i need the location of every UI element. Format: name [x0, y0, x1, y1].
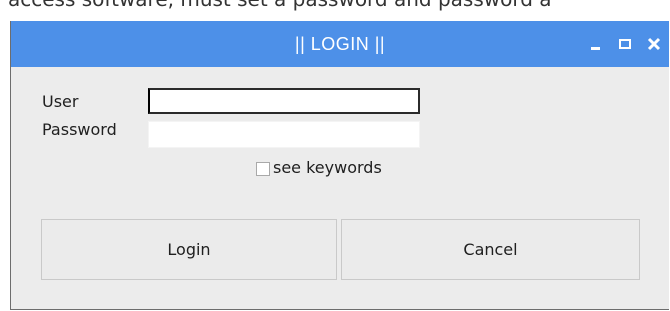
login-window: || LOGIN || User Password see keywords L…	[10, 21, 669, 310]
user-label: User	[42, 92, 79, 111]
password-label: Password	[42, 120, 117, 139]
background-text: access software, must set a password and…	[8, 0, 668, 12]
maximize-button[interactable]	[614, 33, 636, 55]
user-input[interactable]	[148, 88, 420, 114]
see-keywords-checkbox[interactable]	[256, 162, 270, 176]
minimize-button[interactable]	[585, 33, 607, 55]
see-keywords-label[interactable]: see keywords	[273, 158, 382, 177]
password-input[interactable]	[148, 121, 420, 148]
minimize-icon	[591, 47, 600, 50]
login-button[interactable]: Login	[41, 219, 337, 280]
title-bar[interactable]: || LOGIN ||	[11, 21, 669, 67]
close-icon	[647, 37, 661, 51]
close-button[interactable]	[643, 33, 665, 55]
maximize-icon	[619, 39, 631, 49]
cancel-button[interactable]: Cancel	[341, 219, 640, 280]
screen: access software, must set a password and…	[0, 0, 670, 311]
window-title: || LOGIN ||	[294, 34, 386, 54]
